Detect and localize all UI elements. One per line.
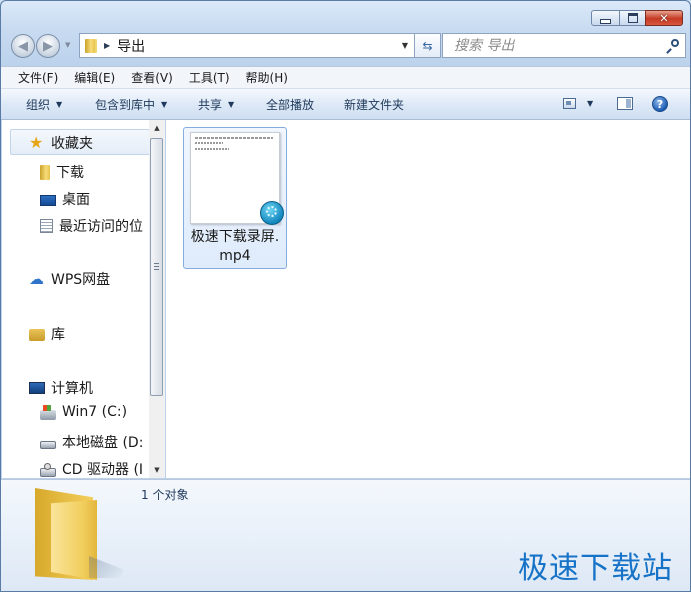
new-folder-label: 新建文件夹 bbox=[344, 97, 405, 112]
nav-drive-d[interactable]: 本地磁盘 (D: bbox=[40, 432, 143, 452]
include-in-library-button[interactable]: 包含到库中 ▼ bbox=[95, 96, 167, 113]
refresh-button[interactable]: ⇆ bbox=[415, 33, 441, 58]
nav-drive-c[interactable]: Win7 (C:) bbox=[40, 404, 127, 420]
nav-computer-label: 计算机 bbox=[51, 381, 93, 397]
nav-libraries-label: 库 bbox=[51, 327, 65, 343]
search-box[interactable] bbox=[442, 33, 686, 58]
command-bar: 组织 ▼ 包含到库中 ▼ 共享 ▼ 全部播放 新建文件夹 ▼ ? bbox=[1, 89, 690, 120]
navigation-scrollbar[interactable]: ▲ ▼ bbox=[149, 120, 165, 478]
nav-downloads-label: 下载 bbox=[56, 165, 84, 181]
change-view-icon[interactable] bbox=[563, 98, 576, 109]
navigation-pane: ★ 收藏夹 下载 桌面 最近访问的位 ☁ WPS网盘 库 计算机 Win7 (C:)… bbox=[2, 120, 165, 478]
menu-edit[interactable]: 编辑(E) bbox=[66, 69, 123, 86]
folder-icon bbox=[35, 486, 123, 580]
minimize-button[interactable] bbox=[591, 10, 620, 26]
file-list: 极速下载录屏.mp4 bbox=[166, 120, 690, 478]
cloud-icon: ☁ bbox=[29, 270, 44, 288]
back-button[interactable]: ◀ bbox=[11, 34, 35, 58]
play-all-button[interactable]: 全部播放 bbox=[266, 96, 314, 113]
recent-pages-dropdown[interactable]: ▼ bbox=[65, 41, 70, 49]
chevron-down-icon: ▼ bbox=[161, 99, 168, 109]
nav-favorites-label: 收藏夹 bbox=[51, 136, 93, 152]
maximize-button[interactable] bbox=[619, 10, 646, 26]
nav-drive-cd-label: CD 驱动器 (I bbox=[62, 462, 144, 478]
nav-desktop-label: 桌面 bbox=[62, 192, 90, 208]
file-name: 极速下载录屏.mp4 bbox=[190, 229, 280, 264]
search-icon[interactable] bbox=[665, 38, 679, 54]
scroll-down-icon[interactable]: ▼ bbox=[149, 462, 165, 478]
video-file-icon bbox=[260, 201, 284, 225]
organize-button[interactable]: 组织 ▼ bbox=[26, 96, 62, 113]
preview-pane-icon[interactable] bbox=[617, 97, 633, 110]
address-dropdown-icon[interactable]: ▼ bbox=[402, 41, 408, 50]
nav-downloads[interactable]: 下载 bbox=[40, 162, 84, 182]
menu-tools[interactable]: 工具(T) bbox=[181, 69, 238, 86]
breadcrumb-current-folder[interactable]: 导出 bbox=[117, 36, 145, 56]
maximize-icon bbox=[627, 13, 638, 23]
help-icon[interactable]: ? bbox=[652, 96, 668, 112]
navigation-row: ◀ ▶ ▼ ▶ 导出 ▼ ⇆ bbox=[9, 33, 686, 61]
breadcrumb-arrow-icon[interactable]: ▶ bbox=[104, 41, 110, 50]
details-pane: 1 个对象 极速下载站 bbox=[1, 479, 690, 591]
scroll-up-icon[interactable]: ▲ bbox=[149, 120, 165, 136]
play-all-label: 全部播放 bbox=[266, 97, 315, 112]
watermark-logo: 极速下载站 bbox=[518, 551, 673, 586]
library-icon bbox=[29, 329, 45, 341]
explorer-window: ✕ ◀ ▶ ▼ ▶ 导出 ▼ ⇆ 文件(F) 编辑(E) 查看(V) 工具(T)… bbox=[0, 0, 691, 592]
view-dropdown-icon[interactable]: ▼ bbox=[587, 99, 593, 108]
nav-wps-cloud-label: WPS网盘 bbox=[51, 272, 111, 288]
menu-bar: 文件(F) 编辑(E) 查看(V) 工具(T) 帮助(H) bbox=[1, 66, 690, 89]
share-label: 共享 bbox=[198, 97, 223, 112]
recent-places-icon bbox=[40, 219, 53, 233]
minimize-icon bbox=[600, 18, 611, 24]
object-count: 1 个对象 bbox=[141, 488, 189, 502]
share-button[interactable]: 共享 ▼ bbox=[198, 96, 234, 113]
nav-recent-label: 最近访问的位 bbox=[59, 219, 143, 235]
arrow-right-icon: ▶ bbox=[43, 38, 53, 54]
address-bar[interactable]: ▶ 导出 ▼ bbox=[79, 33, 415, 58]
forward-button[interactable]: ▶ bbox=[36, 34, 60, 58]
chevron-down-icon: ▼ bbox=[56, 99, 63, 109]
folder-icon bbox=[40, 164, 50, 180]
nav-wps-cloud[interactable]: ☁ WPS网盘 bbox=[29, 269, 110, 289]
hard-drive-icon bbox=[40, 441, 56, 449]
folder-icon bbox=[85, 38, 95, 53]
cd-drive-icon bbox=[40, 462, 56, 477]
nav-drive-c-label: Win7 (C:) bbox=[62, 404, 128, 420]
include-in-library-label: 包含到库中 bbox=[95, 97, 156, 112]
scroll-thumb[interactable] bbox=[150, 138, 163, 396]
search-input[interactable] bbox=[452, 36, 656, 55]
close-button[interactable]: ✕ bbox=[645, 10, 683, 26]
arrow-left-icon: ◀ bbox=[18, 38, 28, 54]
new-folder-button[interactable]: 新建文件夹 bbox=[344, 96, 404, 113]
grip-icon bbox=[154, 263, 159, 270]
windows-drive-icon bbox=[40, 404, 56, 420]
nav-recent[interactable]: 最近访问的位 bbox=[40, 216, 143, 236]
menu-file[interactable]: 文件(F) bbox=[1, 69, 66, 86]
nav-drive-d-label: 本地磁盘 (D: bbox=[62, 435, 144, 451]
nav-libraries[interactable]: 库 bbox=[29, 324, 65, 344]
nav-desktop[interactable]: 桌面 bbox=[40, 189, 90, 209]
desktop-icon bbox=[40, 194, 56, 206]
refresh-icon: ⇆ bbox=[422, 38, 433, 53]
star-icon: ★ bbox=[29, 133, 44, 152]
close-icon: ✕ bbox=[659, 11, 669, 25]
file-item[interactable]: 极速下载录屏.mp4 bbox=[183, 127, 287, 269]
chevron-down-icon: ▼ bbox=[228, 99, 235, 109]
menu-help[interactable]: 帮助(H) bbox=[238, 69, 296, 86]
organize-label: 组织 bbox=[26, 97, 51, 112]
nav-computer[interactable]: 计算机 bbox=[29, 378, 93, 398]
nav-favorites[interactable]: ★ 收藏夹 bbox=[29, 133, 93, 153]
caption-buttons: ✕ bbox=[591, 10, 683, 26]
nav-drive-cd[interactable]: CD 驱动器 (I bbox=[40, 459, 143, 478]
computer-icon bbox=[29, 382, 45, 394]
menu-view[interactable]: 查看(V) bbox=[123, 69, 181, 86]
